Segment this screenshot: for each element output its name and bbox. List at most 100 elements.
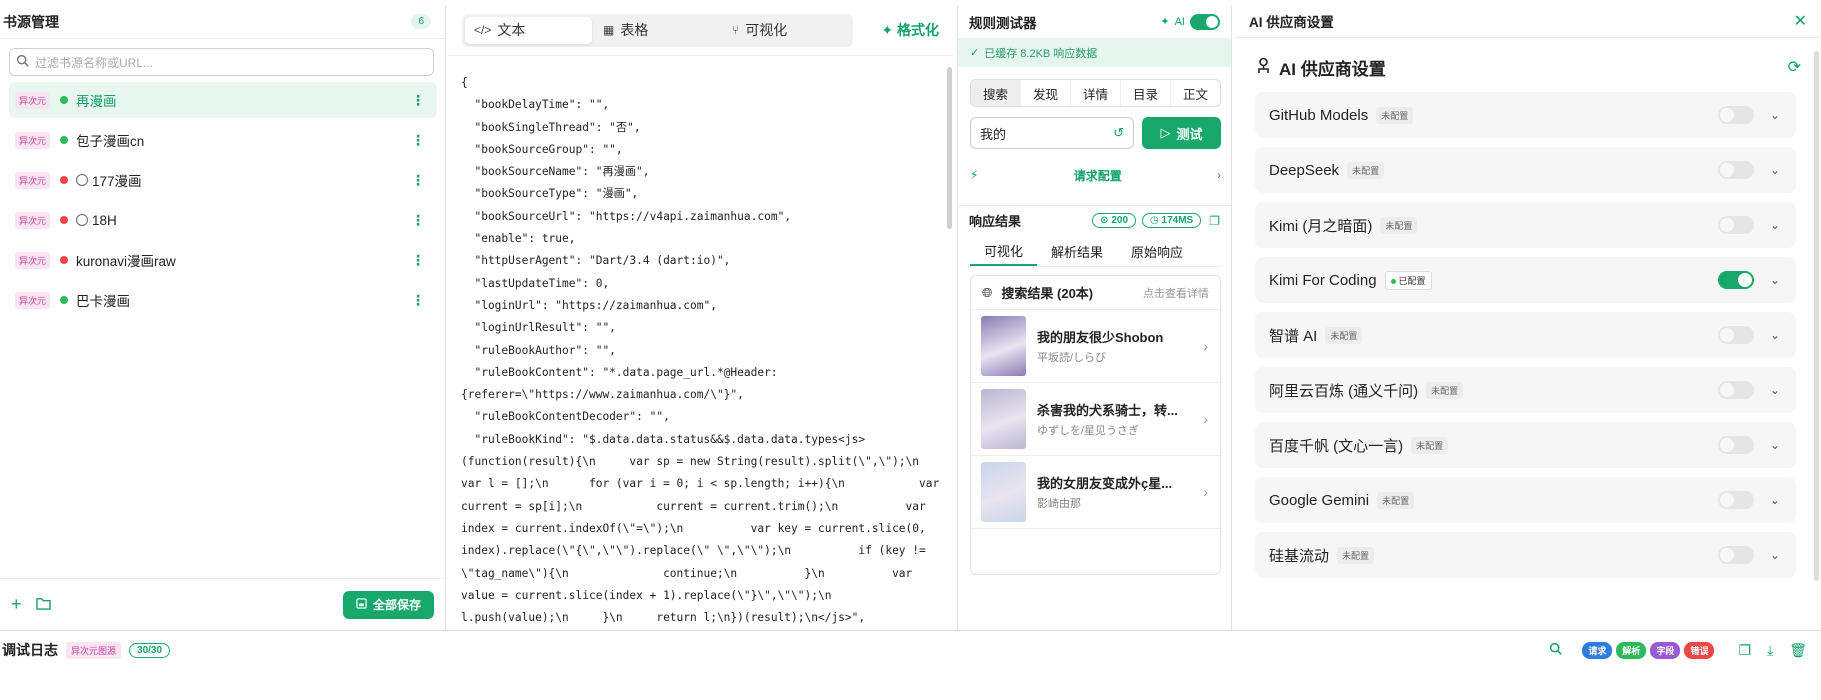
provider-enable-switch[interactable] [1717, 326, 1754, 344]
tab-result-visual[interactable]: 可视化 [970, 237, 1038, 266]
provider-enable-switch[interactable] [1717, 106, 1754, 124]
tab-result-raw[interactable]: 原始响应 [1117, 237, 1197, 266]
config-status-badge: 未配置 [1411, 436, 1449, 454]
chevron-down-icon[interactable]: ⌄ [1770, 163, 1780, 177]
status-dot [60, 216, 69, 224]
test-button-label: 测试 [1176, 126, 1203, 142]
source-item[interactable]: 异次元 18H ⋮ [9, 202, 437, 238]
book-author: ゆずしを/星见うさぎ [1037, 425, 1140, 437]
request-config-row[interactable]: ⚡ 请求配置 › [970, 157, 1221, 193]
code-icon: </> [474, 23, 492, 37]
provider-name: 硅基流动 [1269, 547, 1330, 565]
provider-item[interactable]: Google Gemini 未配置 ⌄ [1255, 477, 1796, 523]
more-icon[interactable]: ⋮ [411, 133, 425, 147]
editor-scrollbar[interactable] [947, 67, 952, 229]
chevron-down-icon[interactable]: ⌄ [1770, 383, 1780, 397]
tab-detail[interactable]: 详情 [1071, 80, 1121, 106]
source-item[interactable]: 异次元 177漫画 ⋮ [9, 162, 437, 198]
editor-panel: </> 文本 ▦ 表格 ⑂ 可视化 ✦ 格式化 { "bookDelayTime… [448, 5, 953, 630]
filter-chip-field[interactable]: 字段 [1650, 641, 1681, 659]
save-all-button[interactable]: 全部保存 [342, 590, 434, 619]
ai-toggle[interactable]: ✦ AI [1160, 13, 1220, 30]
debug-log-tag: 异次元图源 [66, 641, 122, 659]
book-result-item[interactable]: 我的女朋友变成外ç星... 影崎由那 › [971, 456, 1220, 529]
tab-search[interactable]: 搜索 [971, 80, 1021, 106]
ai-label: AI [1174, 15, 1185, 28]
keyword-value: 我的 [980, 126, 1007, 142]
source-tag: 异次元 [15, 211, 51, 229]
provider-enable-switch[interactable] [1717, 381, 1754, 399]
provider-item[interactable]: Kimi For Coding 已配置 ⌄ [1255, 257, 1796, 303]
search-icon[interactable] [1549, 642, 1563, 658]
chevron-down-icon[interactable]: ⌄ [1770, 493, 1780, 507]
folder-icon[interactable] [35, 594, 51, 615]
source-name: 巴卡漫画 [76, 294, 131, 309]
provider-item[interactable]: 智谱 AI 未配置 ⌄ [1255, 312, 1796, 358]
chevron-down-icon[interactable]: ⌄ [1770, 548, 1780, 562]
book-info: 我的女朋友变成外ç星... 影崎由那 [1037, 473, 1203, 511]
provider-name: 阿里云百炼 (通义千问) [1269, 382, 1419, 400]
tab-toc[interactable]: 目录 [1121, 80, 1171, 106]
source-search-input[interactable]: 过滤书源名称或URL... [9, 48, 434, 76]
filter-chip-parse[interactable]: 解析 [1616, 641, 1647, 659]
provider-enable-switch[interactable] [1717, 216, 1754, 234]
ai-switch[interactable] [1190, 13, 1220, 30]
circle-icon [76, 174, 89, 186]
provider-enable-switch[interactable] [1717, 161, 1754, 179]
tab-text[interactable]: </> 文本 [465, 16, 592, 44]
json-code-editor[interactable]: { "bookDelayTime": "", "bookSingleThread… [448, 56, 953, 626]
source-item[interactable]: 异次元 包子漫画cn ⋮ [9, 122, 437, 158]
filter-chip-error[interactable]: 错误 [1684, 641, 1715, 659]
provider-item[interactable]: Kimi (月之暗面) 未配置 ⌄ [1255, 202, 1796, 248]
more-icon[interactable]: ⋮ [411, 213, 425, 227]
more-icon[interactable]: ⋮ [411, 293, 425, 307]
provider-item[interactable]: 硅基流动 未配置 ⌄ [1255, 532, 1796, 578]
provider-item[interactable]: 百度千帆 (文心一言) 未配置 ⌄ [1255, 422, 1796, 468]
tab-discover[interactable]: 发现 [1021, 80, 1071, 106]
history-icon[interactable]: ↺ [1113, 125, 1124, 141]
copy-icon[interactable]: ❐ [1209, 214, 1220, 228]
provider-enable-switch[interactable] [1717, 546, 1754, 564]
source-item[interactable]: 异次元 再漫画 ⋮ [9, 82, 437, 118]
tab-content[interactable]: 正文 [1171, 80, 1220, 106]
robot-icon [1256, 57, 1271, 77]
tab-result-parsed[interactable]: 解析结果 [1037, 237, 1117, 266]
trash-icon[interactable]: 🗑︎ [1789, 642, 1807, 659]
source-item[interactable]: 异次元 巴卡漫画 ⋮ [9, 282, 437, 318]
close-icon[interactable]: ✕ [1794, 11, 1807, 31]
more-icon[interactable]: ⋮ [411, 173, 425, 187]
more-icon[interactable]: ⋮ [411, 93, 425, 107]
source-tag: 异次元 [15, 251, 51, 269]
provider-item[interactable]: GitHub Models 未配置 ⌄ [1255, 92, 1796, 138]
status-dot [60, 96, 69, 104]
format-button[interactable]: ✦ 格式化 [881, 20, 939, 40]
provider-enable-switch[interactable] [1717, 271, 1754, 289]
chevron-down-icon[interactable]: ⌄ [1770, 328, 1780, 342]
tab-visual[interactable]: ⑂ 可视化 [723, 17, 850, 44]
provider-item[interactable]: 阿里云百炼 (通义千问) 未配置 ⌄ [1255, 367, 1796, 413]
book-result-item[interactable]: 杀害我的犬系骑士，转... ゆずしを/星见うさぎ › [971, 383, 1220, 456]
test-button[interactable]: ▷ 测试 [1142, 117, 1221, 149]
filter-chip-request[interactable]: 请求 [1582, 641, 1613, 659]
chevron-down-icon[interactable]: ⌄ [1770, 438, 1780, 452]
globe-icon: 🌐︎ [982, 284, 993, 300]
copy-icon[interactable]: ❐ [1738, 642, 1751, 659]
provider-enable-switch[interactable] [1717, 491, 1754, 509]
download-icon[interactable]: ⤓ [1767, 642, 1773, 659]
chevron-down-icon[interactable]: ⌄ [1770, 273, 1780, 287]
provider-scrollbar[interactable] [1814, 51, 1819, 581]
tab-table[interactable]: ▦ 表格 [594, 17, 721, 44]
chevron-down-icon[interactable]: ⌄ [1770, 108, 1780, 122]
refresh-icon[interactable]: ⟳ [1788, 57, 1801, 77]
more-icon[interactable]: ⋮ [411, 253, 425, 267]
book-title: 我的女朋友变成外ç星... [1037, 476, 1173, 491]
add-icon[interactable]: + [11, 594, 22, 615]
play-icon: ▷ [1160, 125, 1171, 140]
provider-enable-switch[interactable] [1717, 436, 1754, 454]
book-result-item[interactable]: 我的朋友很少Shobon 平坂読/しらび › [971, 310, 1220, 383]
circle-icon [76, 214, 89, 226]
chevron-down-icon[interactable]: ⌄ [1770, 218, 1780, 232]
provider-item[interactable]: DeepSeek 未配置 ⌄ [1255, 147, 1796, 193]
source-item[interactable]: 异次元 kuronavi漫画raw ⋮ [9, 242, 437, 278]
keyword-input[interactable]: 我的 ↺ [970, 117, 1134, 149]
